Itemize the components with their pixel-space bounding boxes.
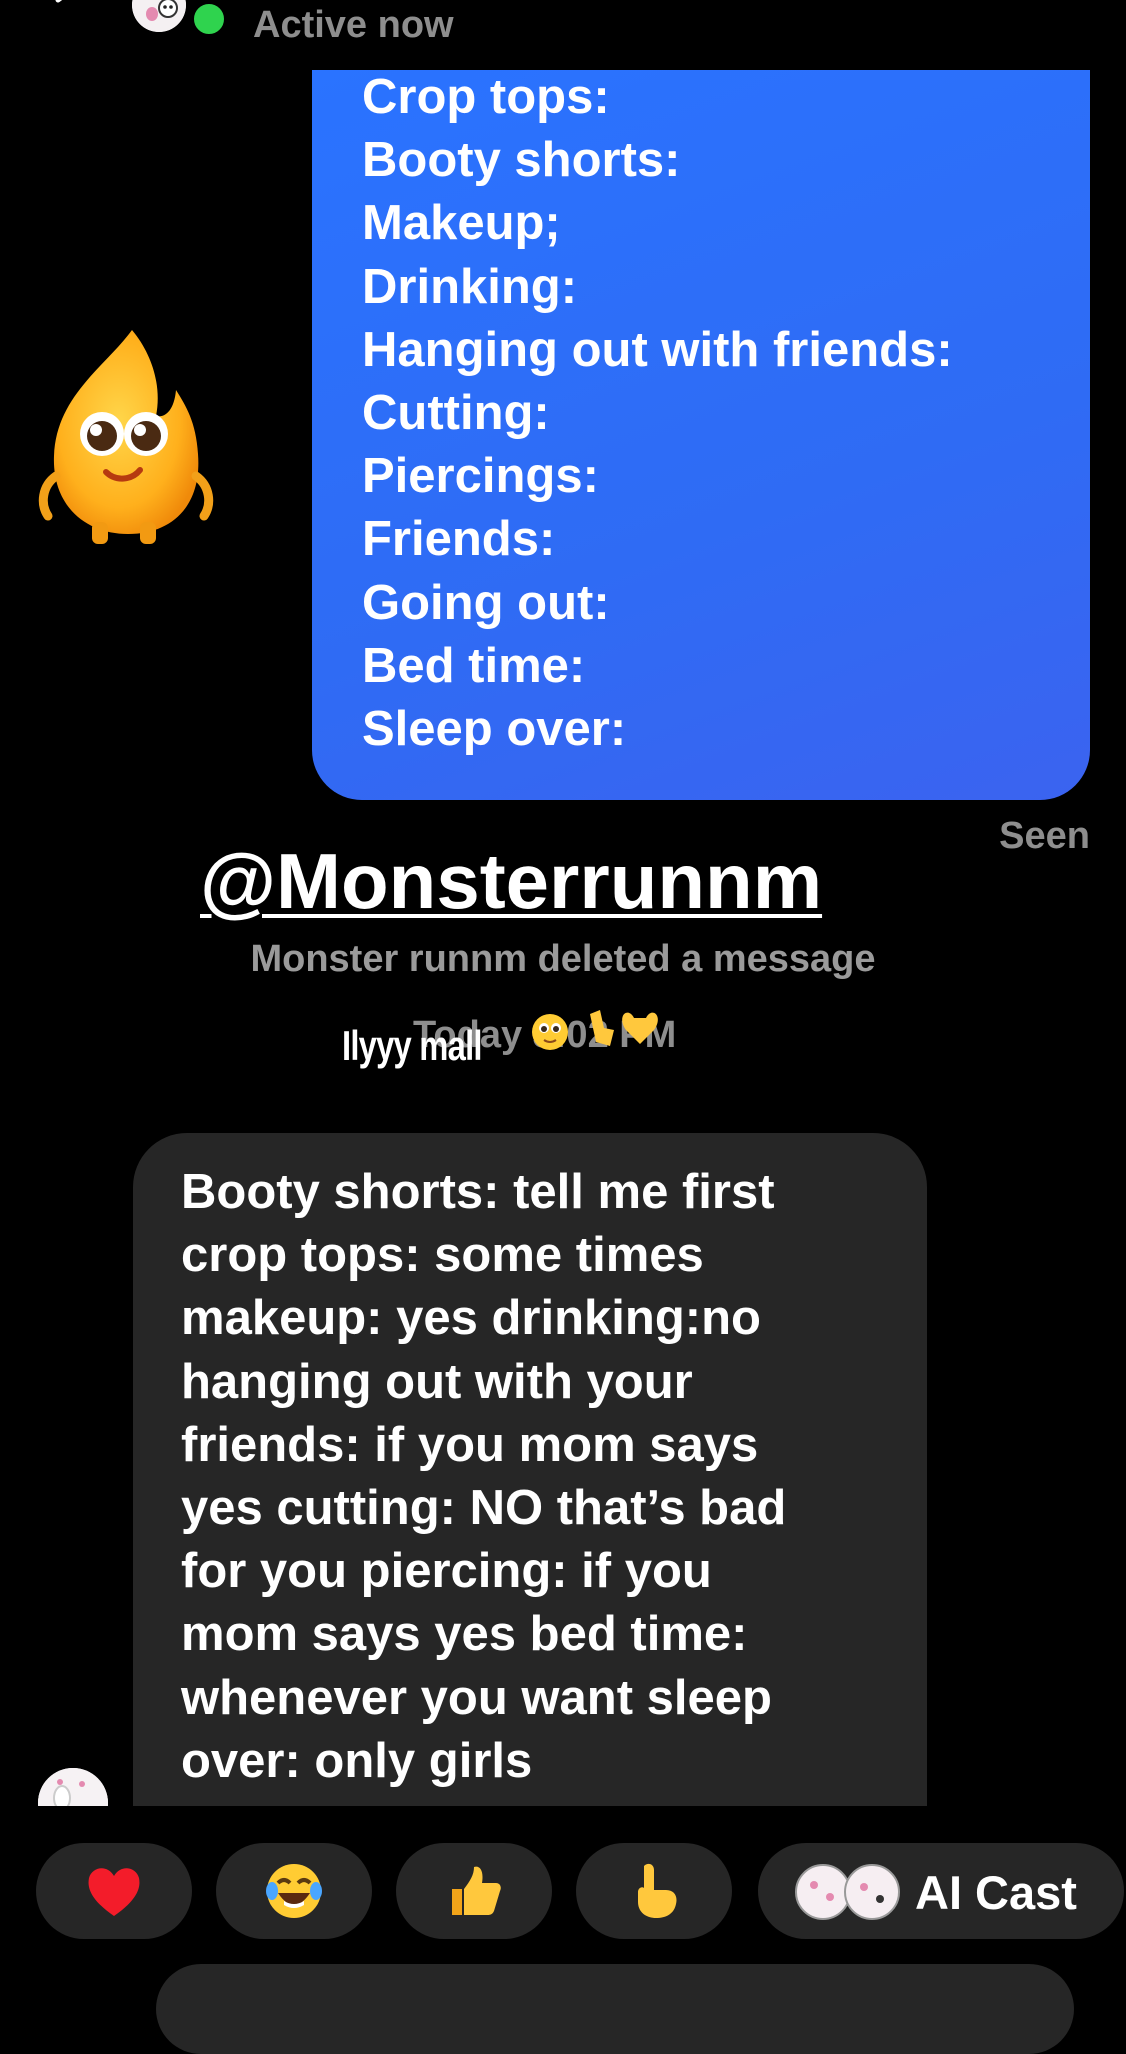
- incoming-message-bubble[interactable]: Booty shorts: tell me first crop tops: s…: [133, 1133, 927, 1813]
- reaction-thumbs-up-button[interactable]: [396, 1843, 552, 1939]
- message-line: Piercings:: [362, 449, 599, 504]
- message-line: hanging out with your: [181, 1354, 693, 1409]
- heart-icon: [88, 1868, 140, 1916]
- message-line: Crop tops:: [362, 70, 610, 124]
- message-line: crop tops: some times: [181, 1228, 704, 1283]
- chat-header: Active now: [0, 0, 1126, 60]
- ai-cast-avatars-icon: [795, 1864, 900, 1920]
- message-line: Hanging out with friends:: [362, 322, 953, 377]
- message-line: Bed time:: [362, 638, 586, 693]
- overlay-emojis-icon: [532, 1010, 658, 1050]
- message-line: Sleep over:: [362, 702, 627, 757]
- tears-of-joy-icon: [266, 1864, 322, 1918]
- active-status-text: Active now: [253, 4, 454, 46]
- message-line: mom says yes bed time:: [181, 1607, 748, 1662]
- message-line: whenever you want sleep: [181, 1670, 772, 1725]
- outgoing-message-text: Crop tops: Booty shorts: Makeup; Drinkin…: [362, 66, 1060, 761]
- message-composer[interactable]: [156, 1964, 1074, 2054]
- message-line: Booty shorts: tell me first: [181, 1165, 775, 1219]
- thumbs-up-icon: [452, 1866, 501, 1915]
- handwritten-overlay-text: Ilyyy mall: [342, 1022, 482, 1069]
- back-arrow-icon[interactable]: [52, 0, 80, 14]
- online-status-dot: [190, 0, 228, 38]
- outgoing-message-bubble[interactable]: Crop tops: Booty shorts: Makeup; Drinkin…: [312, 70, 1090, 800]
- message-line: Drinking:: [362, 259, 578, 314]
- sender-avatar[interactable]: [38, 1768, 108, 1806]
- seen-receipt: Seen: [999, 815, 1090, 857]
- message-line: Going out:: [362, 575, 610, 630]
- contact-avatar[interactable]: [132, 0, 194, 34]
- reaction-point-up-button[interactable]: [576, 1843, 732, 1939]
- pointing-up-icon: [638, 1863, 677, 1918]
- message-line: over: only girls: [181, 1733, 533, 1788]
- ai-cast-label: AI Cast: [915, 1866, 1077, 1919]
- message-line: Booty shorts:: [362, 133, 681, 188]
- username-overlay[interactable]: @Monsterrunnm: [200, 836, 822, 927]
- deleted-message-notice: Monster runnm deleted a message: [250, 938, 876, 980]
- message-line: for you piercing: if you: [181, 1544, 712, 1599]
- message-line: makeup: yes drinking:no: [181, 1291, 761, 1346]
- message-line: Cutting:: [362, 386, 550, 441]
- message-line: yes cutting: NO that’s bad: [181, 1481, 787, 1536]
- message-line: Makeup;: [362, 196, 561, 251]
- reaction-laugh-button[interactable]: [216, 1843, 372, 1939]
- message-line: Friends:: [362, 512, 556, 567]
- message-line: friends: if you mom says: [181, 1417, 759, 1472]
- ai-cast-button[interactable]: AI Cast: [758, 1843, 1124, 1939]
- reaction-heart-button[interactable]: [36, 1843, 192, 1939]
- flame-character-sticker[interactable]: [36, 326, 216, 550]
- incoming-message-text: Booty shorts: tell me first crop tops: s…: [181, 1161, 897, 1793]
